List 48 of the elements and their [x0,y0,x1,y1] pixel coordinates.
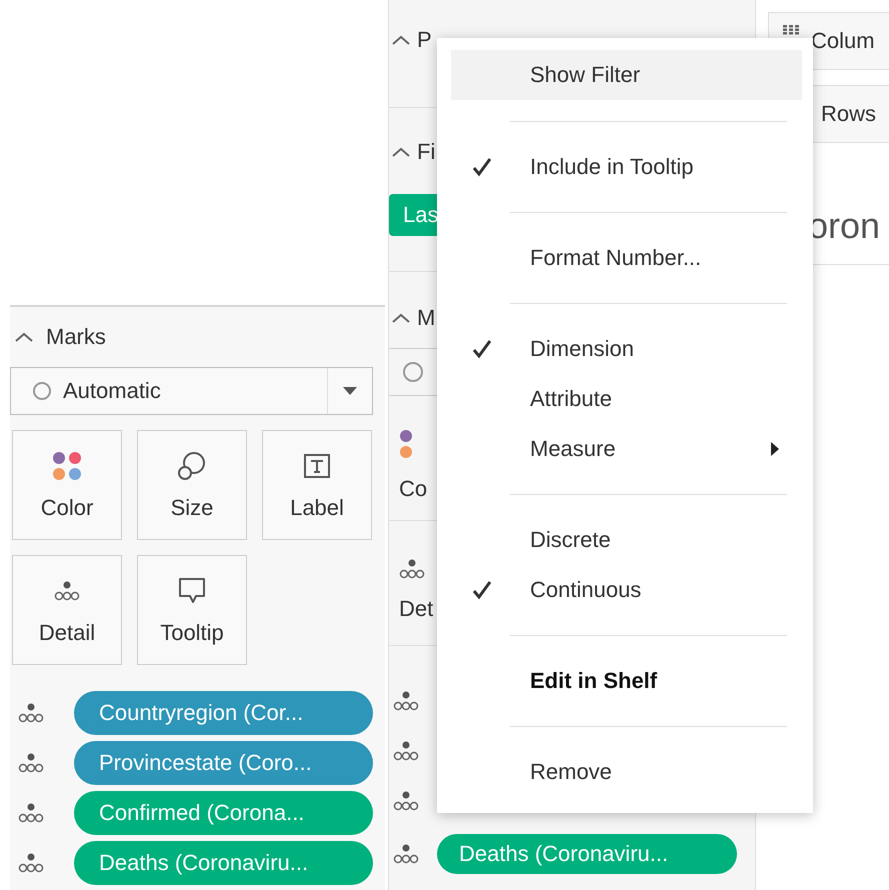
detail-icon [393,690,419,712]
text-label-icon [303,452,331,480]
detail-icon [393,740,419,762]
color-icon [399,428,413,460]
detail-icon [54,580,80,602]
card-label: Co [399,476,428,502]
detail-icon [399,558,425,580]
mark-card[interactable]: Size [137,430,247,540]
checkmark-icon [471,579,493,601]
detail-icon [18,702,44,724]
collapse-caret-icon[interactable] [391,146,411,158]
menu-item[interactable]: Remove [451,747,802,797]
menu-item[interactable]: Measure [451,424,802,474]
mark-card[interactable]: Detail [12,555,122,665]
section-title: P [417,27,432,53]
menu-item[interactable]: Show Filter [451,50,802,100]
card-label: Det [399,596,434,622]
columns-icon [783,25,799,35]
menu-item[interactable]: Edit in Shelf [451,656,802,706]
panel-title: Marks [46,324,106,350]
detail-icon [18,852,44,874]
size-icon [176,450,208,482]
detail-icon [393,843,419,865]
submenu-arrow-icon [770,441,780,457]
color-icon [51,450,83,482]
menu-item[interactable]: Discrete [451,515,802,565]
menu-item[interactable]: Dimension [451,324,802,374]
checkmark-icon [471,156,493,178]
checkmark-icon [471,338,493,360]
collapse-caret-icon[interactable] [391,312,411,324]
menu-item[interactable]: Continuous [451,565,802,615]
dropdown-arrow-icon [342,386,358,396]
menu-item[interactable]: Attribute [451,374,802,424]
mark-card[interactable]: Tooltip [137,555,247,665]
detail-icon [18,752,44,774]
collapse-caret-icon[interactable] [391,34,411,46]
speech-bubble-icon [177,576,207,606]
circle-icon [403,362,423,382]
collapse-caret-icon[interactable] [14,331,34,343]
mark-card[interactable]: Color [12,430,122,540]
detail-icon [18,802,44,824]
detail-icon [393,790,419,812]
menu-item[interactable]: Include in Tooltip [451,142,802,192]
mark-type-dropdown[interactable]: Automatic [10,367,373,415]
section-title: Fi [417,139,436,165]
menu-item[interactable]: Format Number... [451,233,802,283]
mark-card[interactable]: Label [262,430,372,540]
section-title: M [417,305,436,331]
